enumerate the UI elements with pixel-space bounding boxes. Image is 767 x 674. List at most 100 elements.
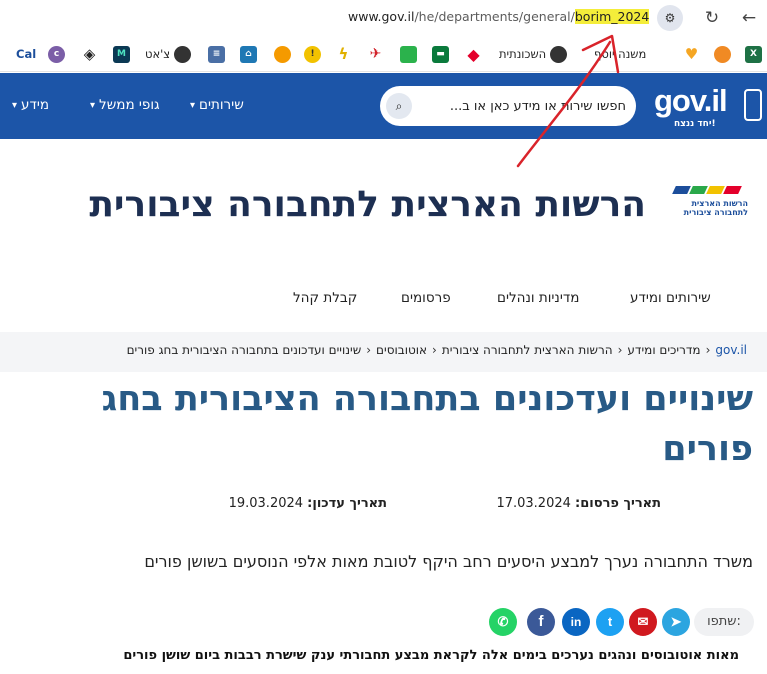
chevron-down-icon: ▾ <box>190 99 196 111</box>
bookmark-label: צ'אט <box>145 47 171 61</box>
breadcrumb: gov.il ‹ מדריכים ומידע ‹ הרשות הארצית לת… <box>127 343 747 357</box>
linkedin-icon[interactable]: in <box>562 608 590 636</box>
article-body: מאות אוטובוסים ונהגים נערכים בימים אלה ל… <box>123 648 739 663</box>
green-flag-icon: ▬ <box>432 45 449 63</box>
info-circle-icon: ! <box>304 45 321 63</box>
site-info-icon[interactable]: ⚙ <box>657 5 683 31</box>
stripes-icon: ≡ <box>208 45 225 63</box>
facebook-icon[interactable]: f <box>527 608 555 636</box>
bookmark-label: משנה יוסף <box>594 47 647 61</box>
globe-icon <box>550 45 568 63</box>
chat-icon <box>400 45 417 63</box>
bookmark-cal[interactable]: Cal <box>16 44 36 64</box>
bookmark-fox[interactable] <box>714 44 731 64</box>
updated-value: 19.03.2024 <box>228 496 304 511</box>
bookmark-orange-badge[interactable] <box>274 44 291 64</box>
heart-icon: ♥ <box>683 44 700 63</box>
article-lead: משרד התחבורה נערך למבצע היסעים רחב היקף … <box>144 552 753 571</box>
bookmarks-bar: X ♥ משנה יוסף השכונתית ◆ ▬ ✈ ϟ ! ⌂ ≡ צ'א… <box>0 36 767 72</box>
bookmark-mishne-yosef[interactable]: משנה יוסף <box>594 44 646 64</box>
city-icon: c <box>48 45 65 63</box>
published-value: 17.03.2024 <box>496 496 571 511</box>
bookmark-layers[interactable]: ◈ <box>81 44 98 64</box>
url-highlighted-segment: borim_2024 <box>574 9 650 24</box>
bookmark-label: השכונתית <box>499 47 547 61</box>
telegram-icon[interactable]: ➤ <box>662 608 690 636</box>
chevron-left-icon: ‹ <box>366 343 372 357</box>
red-diamond-icon: ◆ <box>465 45 482 63</box>
nav-services[interactable]: ▾ שירותים <box>190 97 244 113</box>
reload-icon[interactable]: ↻ <box>700 6 724 30</box>
nav-label: גופי ממשל <box>99 97 160 113</box>
page-title: שינויים ועדכונים בתחבורה הציבורית בחג פו… <box>101 379 753 469</box>
bookmark-label: Cal <box>16 47 37 61</box>
bookmark-hashchunatit[interactable]: השכונתית <box>499 44 568 64</box>
search-icon[interactable]: ⌕ <box>386 93 412 119</box>
chevron-left-icon: ‹ <box>617 343 623 357</box>
back-icon[interactable]: ← <box>737 6 761 30</box>
layers-icon: ◈ <box>81 45 98 63</box>
url-domain: www.gov.il <box>348 9 415 24</box>
breadcrumb-current: שינויים ועדכונים בתחבורה הציבורית בחג פו… <box>126 343 362 357</box>
bookmark-chat-globe[interactable]: צ'אט <box>145 44 192 64</box>
chevron-left-icon: ‹ <box>705 343 711 357</box>
logo-stripe <box>723 186 742 194</box>
excel-icon: X <box>745 45 762 63</box>
nav-gov-bodies[interactable]: ▾ גופי ממשל <box>90 97 160 113</box>
whatsapp-icon[interactable]: ✆ <box>489 608 517 636</box>
bookmark-info[interactable]: ! <box>304 44 321 64</box>
twitter-icon[interactable]: t <box>596 608 624 636</box>
globe-icon <box>174 45 192 63</box>
logo-stripe <box>689 186 708 194</box>
bookmark-house[interactable]: ⌂ <box>240 44 257 64</box>
gov-logo-text: gov.il <box>654 83 728 118</box>
bookmark-m[interactable]: M <box>113 44 130 64</box>
fox-icon <box>714 45 731 63</box>
bookmark-heart[interactable]: ♥ <box>683 44 700 64</box>
nav-info[interactable]: ▾ מידע <box>12 97 49 113</box>
logo-stripe <box>672 186 691 194</box>
bookmark-green-flag[interactable]: ▬ <box>432 44 449 64</box>
url-field[interactable]: www.gov.il/he/departments/general/borim_… <box>348 9 650 24</box>
share-label: שתפו: <box>694 608 754 636</box>
breadcrumb-home[interactable]: gov.il <box>715 343 747 357</box>
logo-stripe <box>706 186 725 194</box>
updated-label: תאריך עדכון: <box>307 496 387 511</box>
nav-label: מידע <box>21 97 50 113</box>
published-date: תאריך פרסום: 17.03.2024 <box>496 496 661 511</box>
subnav-policy[interactable]: מדיניות ונהלים <box>497 290 579 306</box>
lightning-icon: ϟ <box>335 45 352 63</box>
breadcrumb-guides[interactable]: מדריכים ומידע <box>627 343 700 357</box>
bookmark-red-diamond[interactable]: ◆ <box>465 44 482 64</box>
gov-header: gov.il יחד ננצח! ⌕ ▾ שירותים ▾ גופי ממשל… <box>0 73 767 139</box>
breadcrumb-authority[interactable]: הרשות הארצית לתחבורה ציבורית <box>442 343 613 357</box>
url-path: /he/departments/general/ <box>414 9 575 24</box>
subnav-publications[interactable]: פרסומים <box>401 290 451 306</box>
orange-badge-icon <box>274 45 291 63</box>
breadcrumb-buses[interactable]: אוטובוסים <box>376 343 427 357</box>
gov-search: ⌕ <box>380 86 636 126</box>
bookmark-excel[interactable]: X <box>745 44 762 64</box>
published-label: תאריך פרסום: <box>575 496 661 511</box>
ministry-logo[interactable]: הרשות הארצית לתחבורה ציבורית <box>666 186 751 222</box>
email-icon[interactable]: ✉ <box>629 608 657 636</box>
bookmark-city[interactable]: c <box>48 44 65 64</box>
subnav-services-info[interactable]: שירותים ומידע <box>630 290 711 306</box>
gov-logo-tagline: יחד ננצח! <box>674 119 716 129</box>
updated-date: תאריך עדכון: 19.03.2024 <box>229 496 387 511</box>
house-icon: ⌂ <box>240 45 257 63</box>
chevron-down-icon: ▾ <box>12 99 18 111</box>
chevron-left-icon: ‹ <box>432 343 437 357</box>
chevron-down-icon: ▾ <box>90 99 96 111</box>
subnav-reception[interactable]: קבלת קהל <box>293 290 357 306</box>
ministry-logo-text: הרשות הארצית לתחבורה ציבורית <box>683 199 748 217</box>
gov-logo[interactable]: gov.il יחד ננצח! <box>652 83 764 129</box>
menorah-emblem-icon <box>744 89 762 121</box>
m-icon: M <box>113 45 130 63</box>
bookmark-lightning[interactable]: ϟ <box>335 44 352 64</box>
airline-icon: ✈ <box>367 45 384 63</box>
bookmark-airline[interactable]: ✈ <box>367 44 384 64</box>
bookmark-stripes[interactable]: ≡ <box>208 44 225 64</box>
bookmark-chat[interactable] <box>400 44 417 64</box>
search-input[interactable] <box>418 94 626 118</box>
